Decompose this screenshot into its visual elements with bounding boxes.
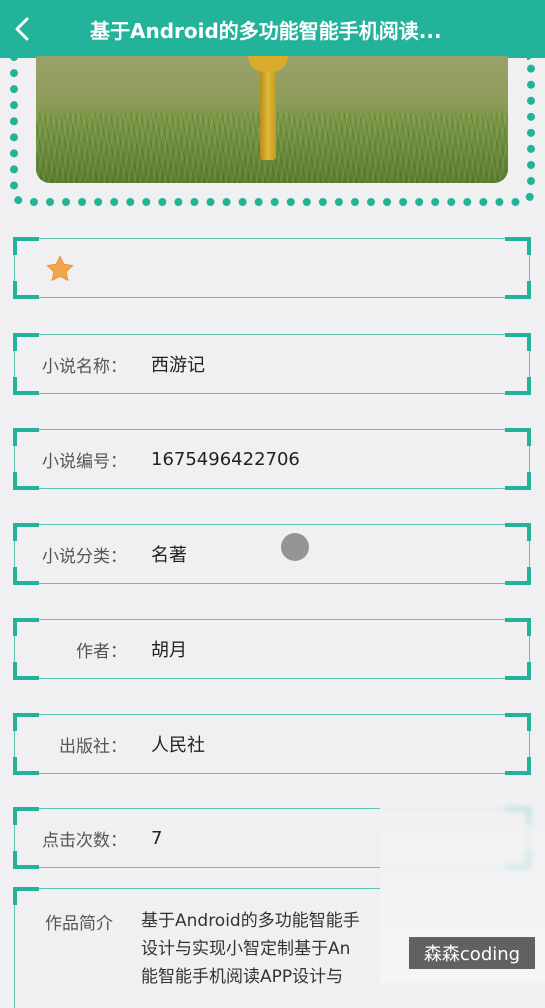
field-label: 出版社： — [59, 736, 127, 757]
field-value: 胡月 — [151, 640, 187, 661]
corner-decoration — [505, 428, 531, 446]
corner-decoration — [505, 662, 531, 680]
field-label: 作者： — [76, 641, 127, 662]
favorite-button[interactable] — [43, 252, 77, 286]
cover-image — [36, 56, 508, 183]
field-card-publisher: 出版社： 人民社 — [13, 713, 531, 775]
watermark: 森森coding — [409, 937, 535, 969]
field-card-category: 小说分类： 名著 — [13, 523, 531, 585]
cover-image-frame — [10, 56, 535, 206]
corner-decoration — [505, 377, 531, 395]
field-value: 名著 — [151, 545, 187, 566]
field-card-title: 小说名称： 西游记 — [13, 333, 531, 395]
field-label: 小说名称： — [42, 356, 127, 377]
corner-decoration — [505, 713, 531, 731]
corner-decoration — [505, 567, 531, 585]
corner-decoration — [505, 523, 531, 541]
corner-decoration — [505, 237, 531, 255]
star-icon — [46, 255, 74, 282]
golf-tee-head — [248, 56, 288, 72]
field-value: 7 — [151, 827, 163, 849]
corner-decoration — [505, 333, 531, 351]
field-card-id: 小说编号： 1675496422706 — [13, 428, 531, 490]
field-card-author: 作者： 胡月 — [13, 618, 531, 680]
favorite-card — [13, 237, 531, 299]
back-button[interactable] — [0, 0, 44, 58]
corner-decoration — [505, 472, 531, 490]
app-header: 基于Android的多功能智能手机阅读... — [0, 0, 545, 58]
intro-label: 作品简介 — [45, 914, 113, 934]
corner-decoration — [505, 281, 531, 299]
page-title: 基于Android的多功能智能手机阅读... — [90, 18, 442, 43]
corner-decoration — [13, 887, 39, 905]
chevron-left-icon — [15, 17, 29, 41]
corner-decoration — [13, 281, 39, 299]
touch-cursor — [281, 533, 309, 561]
field-label: 小说分类： — [42, 546, 127, 567]
field-value: 1675496422706 — [151, 448, 300, 470]
field-value: 西游记 — [151, 355, 205, 376]
field-label: 小说编号： — [42, 451, 127, 472]
corner-decoration — [505, 757, 531, 775]
field-label: 点击次数： — [42, 830, 127, 851]
corner-decoration — [505, 618, 531, 636]
field-value: 人民社 — [151, 735, 205, 756]
corner-decoration — [13, 237, 39, 255]
